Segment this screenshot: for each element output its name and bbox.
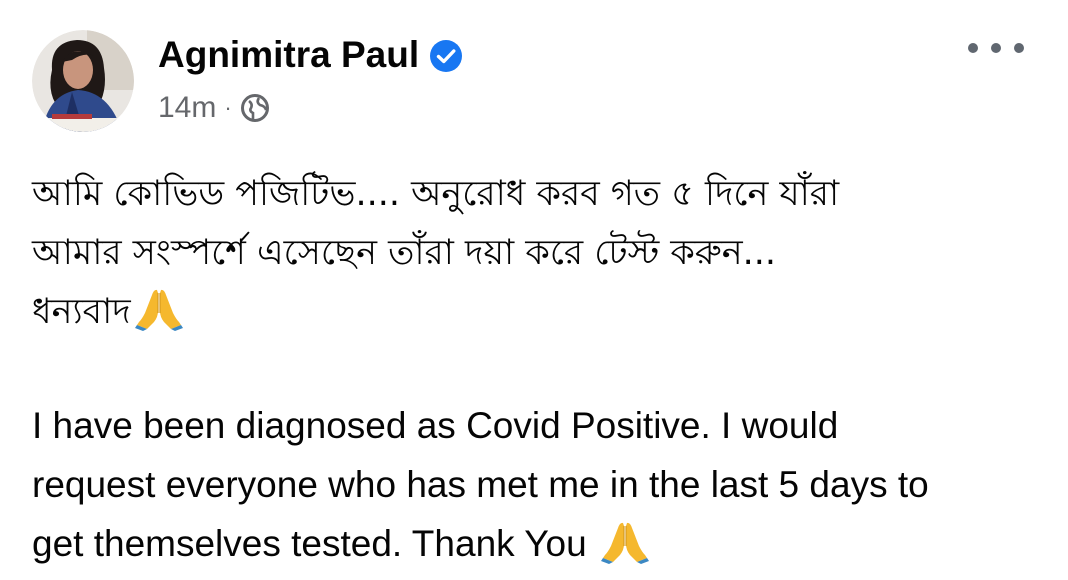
more-dot — [991, 43, 1001, 53]
author-name-row: Agnimitra Paul — [158, 32, 463, 78]
author-name[interactable]: Agnimitra Paul — [158, 32, 419, 78]
folded-hands-emoji-icon — [600, 520, 649, 564]
post-text-line: I have been diagnosed as Covid Positive.… — [32, 405, 839, 446]
meta-separator: · — [224, 95, 232, 120]
post-text-line: আমি কোভিড পজিটিভ.... অনুরোধ করব গত ৫ দিন… — [32, 174, 840, 214]
more-dot — [968, 43, 978, 53]
post-meta: 14m · — [158, 88, 270, 128]
post-text-line: ধন্যবাদ — [32, 292, 131, 332]
more-options-icon[interactable] — [968, 34, 1024, 62]
post-text-line: আমার সংস্পর্শে এসেছেন তাঁরা দয়া করে টেস… — [32, 233, 777, 273]
post-text-english: I have been diagnosed as Covid Positive.… — [32, 396, 1042, 573]
more-dot — [1014, 43, 1024, 53]
folded-hands-emoji-icon — [134, 287, 183, 331]
facebook-post: Agnimitra Paul 14m · আমি কোভিড পজিটিভ...… — [0, 0, 1068, 580]
post-text-bengali: আমি কোভিড পজিটিভ.... অনুরোধ করব গত ৫ দিন… — [32, 165, 1042, 342]
post-text-line-with-emoji: ধন্যবাদ — [32, 283, 1042, 342]
post-text-line: request everyone who has met me in the l… — [32, 464, 929, 505]
globe-icon[interactable] — [240, 93, 270, 123]
avatar[interactable] — [32, 30, 134, 132]
post-timestamp[interactable]: 14m — [158, 91, 216, 125]
post-text-line-with-emoji: get themselves tested. Thank You — [32, 514, 1042, 573]
verified-badge-icon — [429, 38, 463, 72]
post-text-line: get themselves tested. Thank You — [32, 523, 597, 564]
